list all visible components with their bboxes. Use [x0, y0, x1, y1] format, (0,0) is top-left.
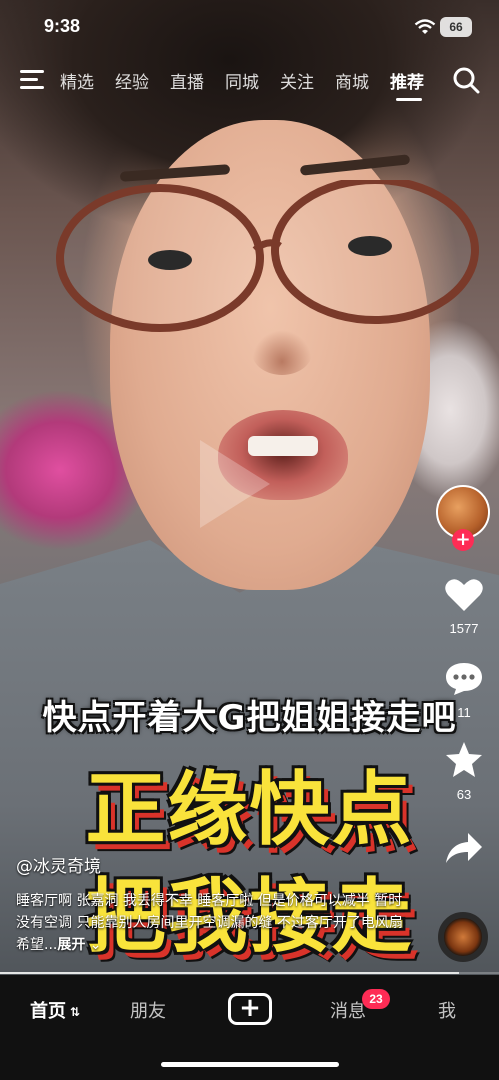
status-time: 9:38 — [44, 16, 81, 36]
nose — [252, 330, 312, 375]
expand-link[interactable]: 展开 — [57, 937, 85, 953]
wifi-icon — [414, 19, 436, 34]
refresh-icon: ⇅ — [70, 1005, 81, 1019]
nav-home[interactable]: 首页 ⇅ — [30, 997, 80, 1023]
tab-live[interactable]: 直播 — [170, 68, 225, 93]
like-button[interactable]: 1577 — [436, 577, 492, 636]
heart-icon — [445, 579, 483, 611]
tab-following[interactable]: 关注 — [280, 68, 335, 93]
messages-badge: 23 — [362, 989, 390, 1009]
nav-me[interactable]: 我 — [438, 997, 456, 1023]
tab-experience[interactable]: 经验 — [115, 68, 170, 93]
top-nav: 精选 经验 直播 同城 关注 商城 推荐 — [0, 62, 499, 102]
follow-button[interactable]: + — [452, 529, 474, 551]
create-button[interactable]: + — [228, 993, 272, 1025]
menu-icon[interactable] — [20, 68, 46, 92]
status-bar: 9:38 66 — [0, 0, 499, 55]
video-subtitle: 快点开着大G把姐姐接走吧 — [42, 698, 457, 738]
tab-recommended[interactable]: 推荐 — [390, 68, 445, 101]
progress-fill — [0, 972, 460, 974]
nav-home-label: 首页 — [30, 1001, 66, 1022]
video-title-line1: 正缘快点 — [85, 763, 414, 856]
feed-tabs: 精选 经验 直播 同城 关注 商城 推荐 — [60, 68, 445, 101]
tab-featured[interactable]: 精选 — [60, 68, 115, 93]
nav-friends[interactable]: 朋友 — [130, 997, 166, 1023]
chevron-down-icon: ⌄ — [85, 937, 102, 953]
like-count: 1577 — [449, 621, 479, 636]
video-description[interactable]: 睡客厅啊 张嘉洞 我丢得不幸 睡客厅啦 但是价格可以减半 暂时没有空调 只能靠别… — [16, 890, 416, 956]
tab-nearby[interactable]: 同城 — [225, 68, 280, 93]
glasses — [56, 180, 479, 332]
play-indicator — [200, 440, 270, 528]
home-indicator — [161, 1062, 339, 1067]
video-progress-bar[interactable] — [0, 972, 499, 974]
battery-icon: 66 — [440, 17, 472, 37]
search-icon[interactable] — [452, 66, 480, 94]
tab-mall[interactable]: 商城 — [335, 68, 390, 93]
author-name[interactable]: @冰灵奇境 — [16, 852, 101, 877]
nav-messages[interactable]: 消息 — [330, 997, 366, 1023]
